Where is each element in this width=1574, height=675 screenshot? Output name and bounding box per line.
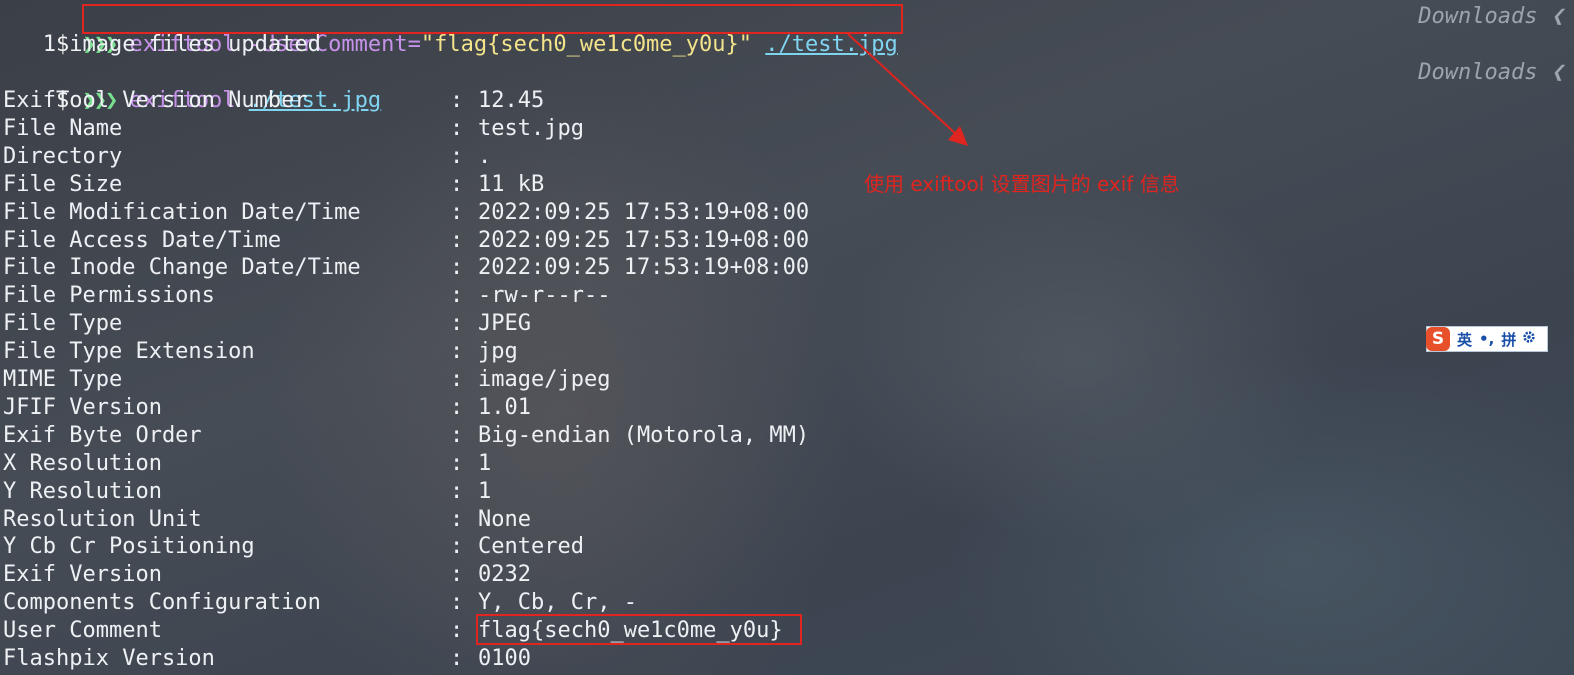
command-output: 1 image files updated [3, 32, 321, 57]
exif-separator: : [450, 115, 464, 141]
exif-row: Flashpix Version:0100 [3, 645, 531, 673]
exif-value: None [478, 506, 531, 532]
exif-key: File Modification Date/Time [3, 199, 361, 225]
ime-pinyin-toggle[interactable]: 拼 [1501, 329, 1516, 350]
exif-key: Y Resolution [3, 478, 162, 504]
exif-row: Y Cb Cr Positioning: Centered [3, 533, 584, 561]
exif-row: JFIF Version:1.01 [3, 394, 531, 422]
exif-separator: : [450, 227, 464, 253]
exif-key: ExifTool Version Number [3, 88, 308, 113]
exif-key: Exif Version [3, 562, 162, 588]
exif-row: Exif Byte Order: Big-endian (Motorola, MM… [3, 422, 809, 450]
exif-key: File Access Date/Time [3, 227, 282, 253]
cwd-indicator: Downloads ❮ [1418, 60, 1564, 85]
exif-value: -rw-r--r-- [478, 283, 611, 309]
exif-key: Y Cb Cr Positioning [3, 534, 255, 560]
exif-separator: : [450, 534, 464, 560]
exif-value: test.jpg [478, 115, 584, 141]
exif-separator: : [450, 283, 464, 309]
exif-value: 1 [478, 478, 492, 504]
exif-separator: : [450, 199, 464, 225]
command-line-1: $ ❯❯❯ exiftool -UserComment="flag{sech0_… [3, 3, 898, 57]
exif-key: X Resolution [3, 450, 162, 476]
exif-key: User Comment [3, 618, 162, 644]
exif-row: Components Configuration: Y, Cb, Cr, - [3, 589, 637, 617]
exif-key: Components Configuration [3, 590, 321, 616]
exif-value: 0100 [478, 646, 531, 671]
exif-row: File Modification Date/Time:2022:09:25 1… [3, 199, 809, 227]
exif-key: File Type Extension [3, 339, 255, 365]
annotation-text: 使用 exiftool 设置图片的 exif 信息 [864, 172, 1180, 196]
exif-key: File Inode Change Date/Time [3, 255, 361, 281]
exif-separator: : [450, 88, 464, 113]
exif-key: File Size [3, 171, 123, 197]
exif-value: Centered [478, 534, 584, 560]
exif-value: flag{sech0_we1c0me_y0u} [478, 618, 783, 644]
exif-value: Y, Cb, Cr, - [478, 590, 637, 616]
exif-separator: : [450, 646, 464, 671]
exif-value: image/jpeg [478, 367, 611, 392]
exif-row: X Resolution:1 [3, 450, 491, 478]
cwd-indicator: Downloads ❮ [1418, 4, 1564, 29]
exif-key: File Permissions [3, 283, 215, 309]
exif-separator: : [450, 394, 464, 420]
gear-icon[interactable] [1522, 330, 1536, 348]
exif-value: jpg [478, 339, 518, 365]
exif-row: Y Resolution:1 [3, 478, 491, 506]
exif-separator: : [450, 143, 464, 169]
exif-value: JPEG [478, 311, 531, 337]
exif-row: File Type Extension: jpg [3, 338, 518, 366]
exif-row: Exif Version:0232 [3, 561, 531, 589]
exif-separator: : [450, 618, 464, 644]
exif-row: File Permissions: -rw-r--r-- [3, 282, 610, 310]
exif-key: Resolution Unit [3, 506, 202, 532]
exif-separator: : [450, 422, 464, 448]
exif-value: Big-endian (Motorola, MM) [478, 422, 810, 448]
exif-row: ExifTool Version Number:12.45 [3, 87, 544, 115]
exif-separator: : [450, 450, 464, 476]
exif-row: File Access Date/Time:2022:09:25 17:53:1… [3, 227, 809, 255]
exif-row: Directory:. [3, 143, 491, 171]
ime-mode-toggle[interactable]: 英 [1457, 329, 1472, 350]
exif-value: 0232 [478, 562, 531, 588]
ime-toolbar[interactable]: S 英 •, 拼 [1426, 326, 1548, 352]
exif-row: Resolution Unit: None [3, 506, 531, 534]
exif-value: 2022:09:25 17:53:19+08:00 [478, 255, 810, 281]
exif-separator: : [450, 562, 464, 588]
exif-separator: : [450, 339, 464, 365]
ime-logo[interactable]: S [1426, 327, 1450, 351]
exif-value: 1 [478, 450, 492, 476]
exif-key: File Type [3, 311, 123, 337]
exif-value: 12.45 [478, 88, 545, 113]
exif-row: User Comment: flag{sech0_we1c0me_y0u} [3, 617, 783, 645]
exif-separator: : [450, 506, 464, 532]
exif-row: MIME Type: image/jpeg [3, 366, 610, 394]
exif-key: Exif Byte Order [3, 422, 202, 448]
exif-value: 2022:09:25 17:53:19+08:00 [478, 227, 810, 253]
exif-key: File Name [3, 115, 123, 141]
exif-separator: : [450, 367, 464, 392]
terminal-window[interactable]: $ ❯❯❯ exiftool -UserComment="flag{sech0_… [0, 0, 1574, 675]
exif-separator: : [450, 311, 464, 337]
command-path-arg[interactable]: ./test.jpg [765, 32, 897, 57]
exif-key: Directory [3, 143, 123, 169]
exif-row: File Inode Change Date/Time:2022:09:25 1… [3, 254, 809, 282]
exif-value: 1.01 [478, 394, 531, 420]
exif-separator: : [450, 255, 464, 281]
exif-row: File Type: JPEG [3, 310, 531, 338]
exif-value: 2022:09:25 17:53:19+08:00 [478, 199, 810, 225]
command-line-2: $ ❯❯❯ exiftool ./test.jpg [3, 59, 381, 113]
ime-punct-toggle[interactable]: •, [1479, 330, 1494, 348]
exif-row: File Name: test.jpg [3, 115, 584, 143]
exif-key: Flashpix Version [3, 646, 215, 671]
exif-value: 11 kB [478, 171, 545, 197]
exif-separator: : [450, 171, 464, 197]
exif-value: . [478, 143, 492, 169]
exif-key: JFIF Version [3, 394, 162, 420]
exif-key: MIME Type [3, 367, 123, 392]
exif-separator: : [450, 590, 464, 616]
exif-row: File Size:11 kB [3, 171, 544, 199]
exif-separator: : [450, 478, 464, 504]
command-string-arg: "flag{sech0_we1c0me_y0u}" [420, 32, 753, 57]
